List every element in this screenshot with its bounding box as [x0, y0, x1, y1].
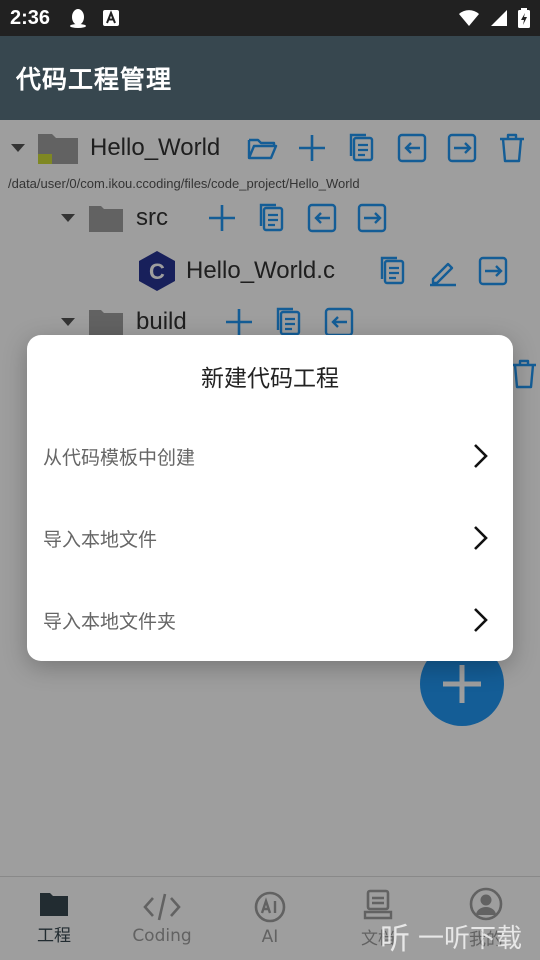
app-notification-icon	[103, 10, 120, 26]
option-label: 导入本地文件夹	[43, 610, 177, 633]
new-project-dialog: 新建代码工程 从代码模板中创建 导入本地文件 导入本地文件夹	[27, 335, 513, 661]
watermark: 听 一听下载	[380, 912, 540, 960]
wifi-icon	[459, 10, 479, 26]
chevron-right-icon	[474, 608, 488, 632]
battery-icon	[518, 8, 530, 28]
option-create-from-template[interactable]: 从代码模板中创建	[27, 415, 513, 497]
qq-notification-icon	[70, 9, 87, 28]
status-time: 2:36	[10, 6, 51, 29]
option-import-local-file[interactable]: 导入本地文件	[27, 497, 513, 579]
option-import-local-folder[interactable]: 导入本地文件夹	[27, 579, 513, 661]
signal-icon	[491, 10, 507, 26]
chevron-right-icon	[474, 526, 488, 550]
page-title: 代码工程管理	[16, 65, 173, 94]
watermark-glyph: 听	[380, 922, 410, 957]
dialog-title: 新建代码工程	[201, 366, 339, 392]
app-bar: 代码工程管理	[0, 36, 540, 120]
status-bar: 2:36	[0, 0, 540, 36]
option-label: 导入本地文件	[43, 528, 158, 551]
chevron-right-icon	[474, 444, 488, 468]
option-label: 从代码模板中创建	[43, 446, 196, 469]
watermark-text: 一听下载	[418, 923, 523, 954]
